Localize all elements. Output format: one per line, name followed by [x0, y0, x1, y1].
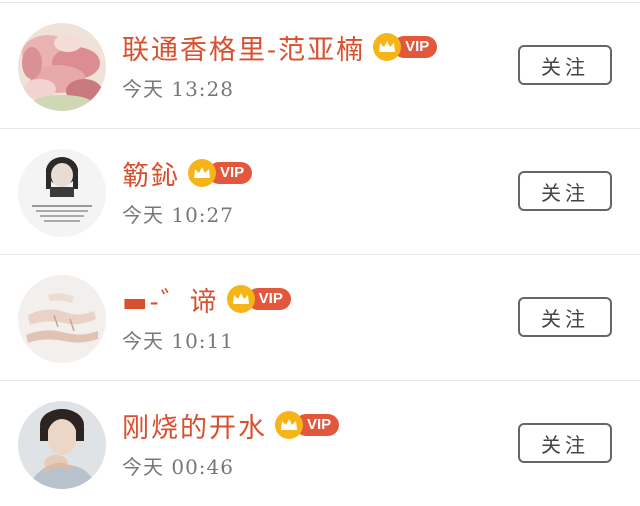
hands-illustration-image [18, 275, 106, 363]
girl-portrait-with-text-image [18, 149, 106, 237]
name-line: ▬-゛谛 VIP [122, 279, 291, 319]
vip-badge: VIP [275, 411, 340, 439]
crown-icon [226, 285, 255, 313]
timestamp: 今天 10:27 [122, 203, 234, 227]
vip-badge: VIP [373, 33, 438, 61]
list-item[interactable]: 联通香格里-范亚楠 VIP 今天 13:28 关注 [0, 3, 640, 129]
vip-badge: VIP [188, 159, 253, 187]
name-line: 联通香格里-范亚楠 VIP [122, 27, 438, 67]
avatar[interactable] [18, 149, 106, 237]
avatar[interactable] [18, 23, 106, 111]
follow-button[interactable]: 关注 [518, 297, 612, 337]
crown-icon [275, 411, 303, 439]
name-line: 簕鈊 VIP [122, 153, 253, 193]
name-line: 刚烧的开水 VIP [122, 405, 340, 445]
list-item[interactable]: 簕鈊 VIP 今天 10:27 关注 [0, 129, 640, 255]
user-name[interactable]: 簕鈊 [122, 154, 180, 193]
list-item[interactable]: ▬-゛谛 VIP 今天 10:11 关注 [0, 255, 640, 381]
avatar[interactable] [18, 275, 106, 363]
user-name[interactable]: 联通香格里-范亚楠 [122, 28, 365, 67]
timestamp: 今天 00:46 [122, 455, 234, 479]
list-item[interactable]: 刚烧的开水 VIP 今天 00:46 关注 [0, 381, 640, 506]
timestamp: 今天 13:28 [122, 77, 234, 101]
user-name[interactable]: ▬-゛谛 [122, 280, 219, 319]
follow-list: 联通香格里-范亚楠 VIP 今天 13:28 关注 簕鈊 VIP 今天 10:2… [0, 0, 640, 506]
follow-button[interactable]: 关注 [518, 423, 612, 463]
user-name[interactable]: 刚烧的开水 [122, 406, 267, 445]
young-man-portrait-image [18, 401, 106, 489]
crown-icon [373, 33, 402, 61]
vip-badge: VIP [226, 285, 291, 313]
avatar[interactable] [18, 401, 106, 489]
crown-icon [188, 159, 216, 187]
timestamp: 今天 10:11 [122, 329, 234, 353]
pink-flower-petals-image [18, 23, 106, 111]
follow-button[interactable]: 关注 [518, 171, 612, 211]
follow-button[interactable]: 关注 [518, 45, 612, 85]
